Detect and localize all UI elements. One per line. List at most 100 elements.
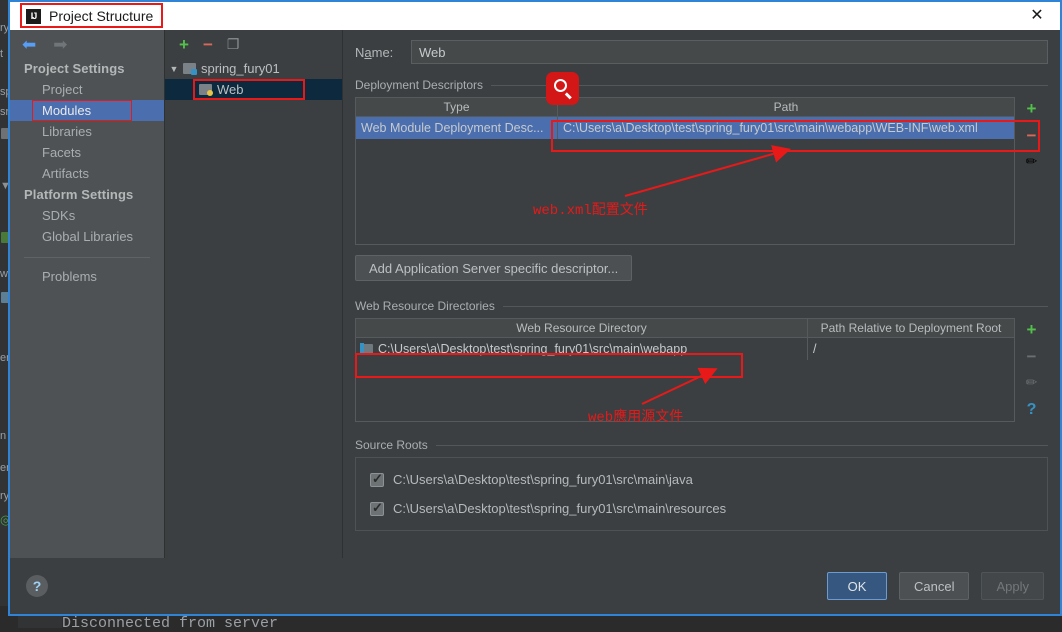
project-structure-dialog: IJ Project Structure ✕ ⬅ ➡ Project Setti…	[8, 0, 1062, 616]
name-label-rest: me:	[371, 44, 394, 60]
sidebar-item-modules[interactable]: Modules	[10, 100, 164, 121]
sidebar-item-label: Libraries	[42, 124, 92, 139]
dialog-title: Project Structure	[49, 8, 154, 24]
add-module-icon[interactable]: +	[179, 36, 189, 53]
module-folder-icon	[183, 63, 197, 75]
column-header-path-relative[interactable]: Path Relative to Deployment Root	[808, 319, 1014, 337]
module-tree-panel: + − ❐ ▼ spring_fury01 Web	[165, 30, 343, 558]
sidebar-item-global-libraries[interactable]: Global Libraries	[10, 226, 164, 247]
legend-text: Source Roots	[355, 438, 428, 452]
web-resource-directories-table-wrap: Web Resource Directory Path Relative to …	[355, 318, 1048, 422]
sidebar-item-problems[interactable]: Problems	[10, 266, 164, 287]
edit-descriptor-pencil-icon[interactable]: ✏	[1026, 154, 1038, 172]
legend-rule	[491, 84, 1048, 86]
apply-button: Apply	[981, 572, 1044, 600]
sidebar-item-sdks[interactable]: SDKs	[10, 205, 164, 226]
forward-arrow-icon[interactable]: ➡	[53, 36, 67, 53]
module-tree-toolbar: + − ❐	[165, 30, 342, 58]
list-item[interactable]: C:\Users\a\Desktop\test\spring_fury01\sr…	[356, 465, 1047, 494]
web-resource-directories-tools: + − ✏ ?	[1015, 318, 1048, 422]
add-application-server-descriptor-button[interactable]: Add Application Server specific descript…	[355, 255, 633, 281]
sidebar-nav-arrows: ⬅ ➡	[10, 30, 164, 58]
module-name-row: Name:	[355, 40, 1048, 64]
sidebar-group-project-settings: Project Settings	[24, 61, 125, 76]
legend-rule	[435, 444, 1048, 446]
cell-directory-text: C:\Users\a\Desktop\test\spring_fury01\sr…	[378, 342, 688, 356]
deployment-descriptors-legend: Deployment Descriptors	[355, 78, 1048, 92]
cell-path-relative: /	[813, 342, 817, 356]
edit-web-resource-pencil-icon[interactable]: ✏	[1026, 375, 1038, 393]
legend-text: Web Resource Directories	[355, 299, 495, 313]
sidebar-item-facets[interactable]: Facets	[10, 142, 164, 163]
deployment-descriptors-table: Type Path Web Module Deployment Desc... …	[355, 97, 1015, 245]
dialog-footer: ? OK Cancel Apply	[10, 558, 1060, 614]
footer-buttons: OK Cancel Apply	[827, 572, 1044, 600]
sidebar-item-label: Problems	[42, 269, 97, 284]
column-header-type[interactable]: Type	[356, 98, 558, 116]
settings-sidebar: ⬅ ➡ Project Settings Project Modules Lib…	[10, 30, 165, 558]
cancel-button[interactable]: Cancel	[899, 572, 970, 600]
source-roots-list: C:\Users\a\Desktop\test\spring_fury01\sr…	[355, 457, 1048, 531]
dialog-titlebar: IJ Project Structure ✕	[10, 2, 1060, 30]
deployment-descriptors-table-wrap: Type Path Web Module Deployment Desc... …	[355, 97, 1048, 245]
add-web-resource-icon[interactable]: +	[1027, 321, 1037, 339]
table-header: Type Path	[356, 98, 1014, 117]
sidebar-item-label: Artifacts	[42, 166, 89, 181]
tree-row[interactable]: Web	[165, 79, 342, 100]
table-row[interactable]: Web Module Deployment Desc... C:\Users\a…	[356, 117, 1014, 139]
list-item[interactable]: C:\Users\a\Desktop\test\spring_fury01\sr…	[356, 494, 1047, 523]
module-settings-panel: Name: Deployment Descriptors Type Path W…	[343, 30, 1060, 558]
close-icon[interactable]: ✕	[1028, 7, 1046, 25]
column-header-web-resource-directory[interactable]: Web Resource Directory	[356, 319, 808, 337]
tree-twisty-icon[interactable]: ▼	[165, 64, 183, 74]
legend-rule	[502, 305, 1048, 307]
tree-row[interactable]: ▼ spring_fury01	[165, 58, 342, 79]
cell-web-resource-directory: C:\Users\a\Desktop\test\spring_fury01\sr…	[356, 338, 808, 360]
remove-web-resource-icon[interactable]: −	[1027, 348, 1037, 366]
sidebar-item-project[interactable]: Project	[10, 79, 164, 100]
source-root-checkbox[interactable]	[370, 471, 384, 487]
source-root-path: C:\Users\a\Desktop\test\spring_fury01\sr…	[393, 472, 693, 487]
tree-node-label: spring_fury01	[201, 61, 280, 76]
remove-module-icon[interactable]: −	[203, 36, 213, 53]
legend-text: Deployment Descriptors	[355, 78, 484, 92]
directory-icon	[360, 343, 373, 354]
name-mnemonic: a	[364, 44, 372, 60]
table-header: Web Resource Directory Path Relative to …	[356, 319, 1014, 338]
modules-highlight-box	[32, 100, 132, 121]
column-header-path[interactable]: Path	[558, 98, 1014, 116]
cell-path: C:\Users\a\Desktop\test\spring_fury01\sr…	[563, 121, 978, 135]
web-resource-directories-legend: Web Resource Directories	[355, 299, 1048, 313]
help-icon[interactable]: ?	[26, 575, 48, 597]
sidebar-item-label: Facets	[42, 145, 82, 160]
web-resource-directories-table: Web Resource Directory Path Relative to …	[355, 318, 1015, 422]
source-root-checkbox[interactable]	[370, 500, 384, 516]
bg-fragment: n	[0, 430, 7, 442]
intellij-logo-icon: IJ	[26, 8, 41, 24]
sidebar-item-label: Project	[42, 82, 83, 97]
sidebar-item-libraries[interactable]: Libraries	[10, 121, 164, 142]
remove-descriptor-icon[interactable]: −	[1027, 127, 1037, 145]
cell-type: Web Module Deployment Desc...	[356, 117, 558, 139]
dialog-body: ⬅ ➡ Project Settings Project Modules Lib…	[10, 30, 1060, 558]
ok-button[interactable]: OK	[827, 572, 887, 600]
name-label: Name:	[355, 44, 394, 60]
sidebar-group-platform-settings: Platform Settings	[24, 187, 134, 202]
add-descriptor-icon[interactable]: +	[1027, 100, 1037, 118]
back-arrow-icon[interactable]: ⬅	[22, 36, 36, 53]
bg-fragment: t	[0, 48, 4, 60]
web-node-highlight-box	[193, 79, 305, 100]
deployment-descriptors-tools: + − ✏	[1015, 97, 1048, 245]
source-roots-legend: Source Roots	[355, 438, 1048, 452]
module-name-input[interactable]	[411, 40, 1048, 64]
source-root-path: C:\Users\a\Desktop\test\spring_fury01\sr…	[393, 501, 727, 516]
bg-fragment: w	[0, 268, 8, 280]
console-status-text: Disconnected from server	[62, 615, 279, 632]
sidebar-item-artifacts[interactable]: Artifacts	[10, 163, 164, 184]
sidebar-item-label: Global Libraries	[42, 229, 134, 244]
sidebar-item-label: SDKs	[42, 208, 76, 223]
table-row[interactable]: C:\Users\a\Desktop\test\spring_fury01\sr…	[356, 338, 1014, 360]
web-resource-help-icon[interactable]: ?	[1027, 402, 1037, 420]
copy-module-icon[interactable]: ❐	[227, 37, 240, 51]
sidebar-divider	[24, 257, 150, 258]
